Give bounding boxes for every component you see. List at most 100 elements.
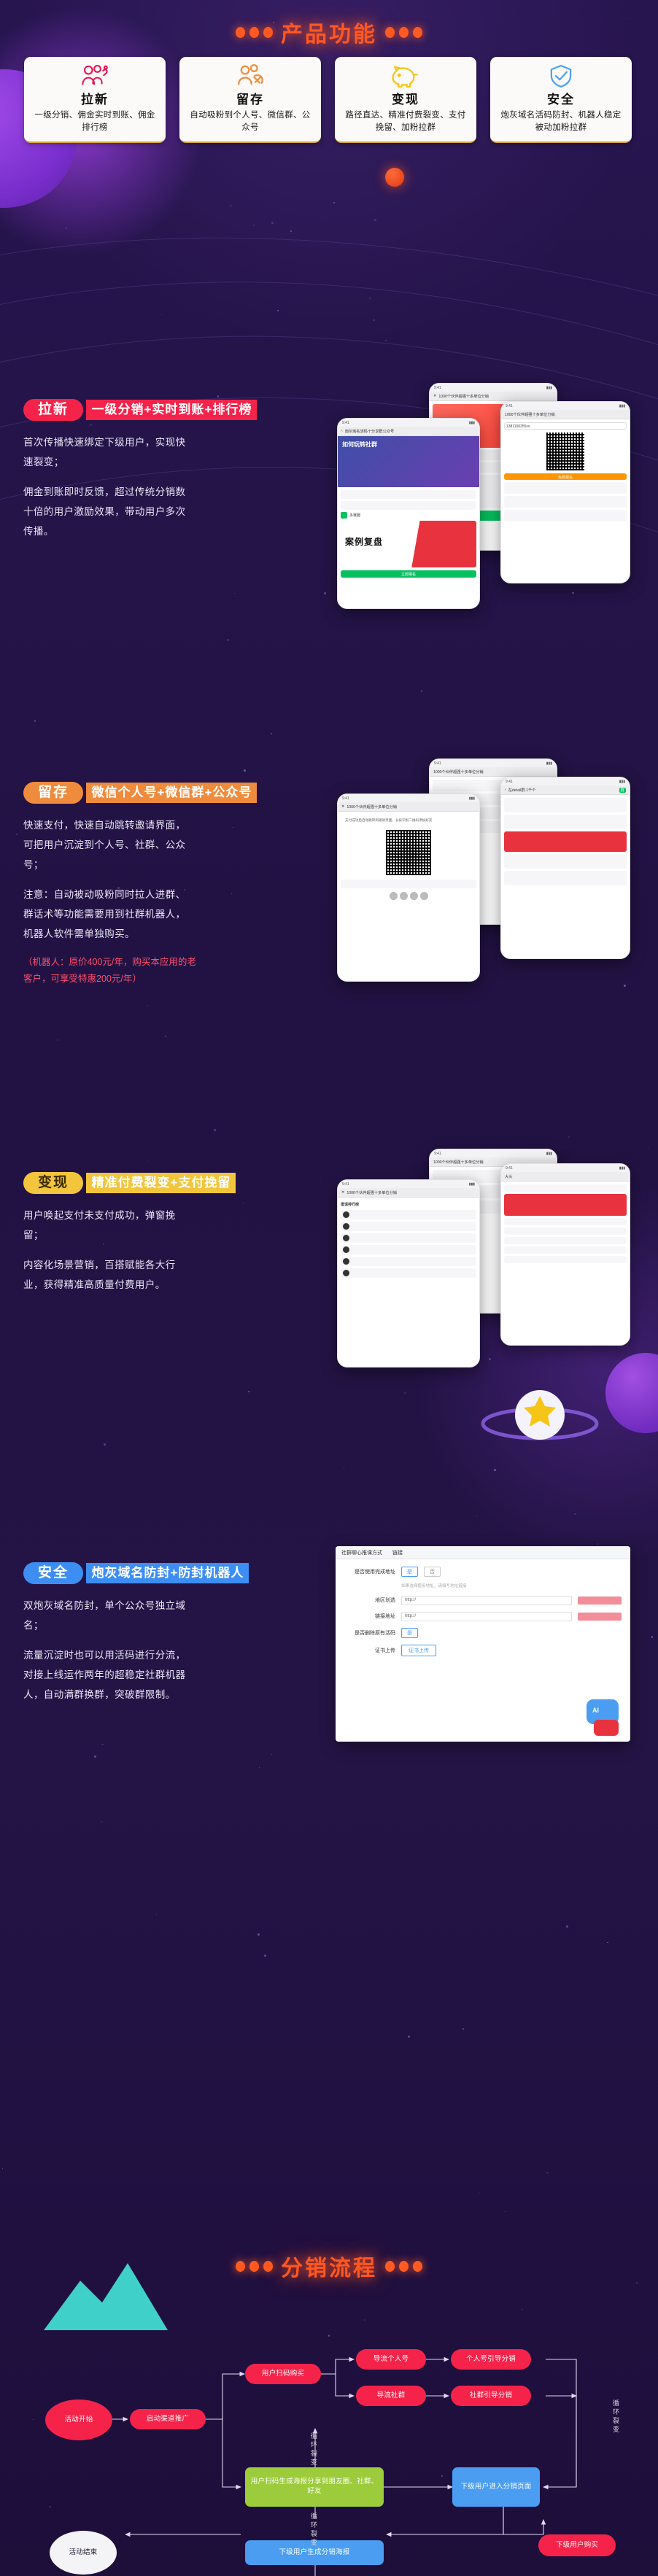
phone-status-bar: 9:41 ▮▮▮ [338, 794, 479, 802]
flow-node-poster[interactable]: 用户扫码生成海报分享到朋友圈、社群、好友 [245, 2467, 384, 2507]
phone-mockup-s3-a[interactable]: 9:41 ▮▮▮ ✕ 1000个伙伴超强十多单位分销 邀请排行榜 [337, 1179, 480, 1367]
phone-status-bar: 9:41 ▮▮▮ [501, 402, 630, 410]
phone-title-bar: ‹ 在detail群·1千个 群 [501, 785, 630, 795]
flow-node-scanbuy[interactable]: 用户扫码购买 [245, 2364, 321, 2384]
paragraph: 用户唤起支付未支付成功，弹窗挽留； [23, 1210, 176, 1241]
close-icon[interactable]: ✕ [433, 394, 436, 398]
section-body-liucun: 快速支付，快速自动跳转邀请界面，可把用户沉淀到个人号、社群、公众号； 注意：自动… [23, 815, 195, 944]
form-label: 地区划选 [375, 1598, 395, 1604]
header-dots-left [236, 26, 273, 38]
brand-row: 多赛圈 [341, 512, 476, 519]
cta-button[interactable]: 立即报名 [341, 570, 476, 578]
paragraph: 佣金到账即时反馈，超过传统分销数十倍的用户激励效果，带动用户多次传播。 [23, 486, 186, 537]
section-subtitle-anquan: 炮灰域名防封+防封机器人 [86, 1563, 249, 1584]
flow-node-groupdist[interactable]: 社群引导分销 [451, 2386, 531, 2406]
phone-status-bar: 9:41 ▮▮▮ [338, 419, 479, 427]
phone-content: 多赛圈 案例复盘 立即报名 [338, 487, 479, 583]
phone-title: 1000个伙伴超强十多单位分销 [347, 1190, 397, 1195]
feature-card-desc: 自动吸粉到个人号、微信群、公众号 [190, 111, 311, 132]
phone-number-field[interactable]: 1381106255xx [504, 422, 627, 430]
phone-mockup-s1-b[interactable]: 9:41 ▮▮▮ 1000个伙伴超强十多单位分销 1381106255xx 免费报… [500, 401, 630, 583]
feature-card-title: 安全 [547, 93, 575, 106]
phone-title-bar: 1000个伙伴超强十多单位分销 [430, 767, 557, 777]
section-tag-laxin: 拉新 [23, 399, 84, 421]
header-dots-right [385, 26, 422, 38]
paragraph: 首次传播快速绑定下级用户，实现快速裂变； [23, 437, 186, 468]
form-hint: 如果选择使用地址，请填写地址链接 [401, 1584, 467, 1588]
crowd-people-icon [80, 64, 110, 88]
phone-mockup-s1-a[interactable]: 9:41 ▮▮▮ ‹ 炮灰域名活码十分享群公众号 如何玩转社群 多赛圈 案例复盘 … [337, 418, 480, 609]
join-group-button[interactable]: 群 [619, 787, 626, 793]
saturn-planet-decoration [481, 1390, 599, 1440]
close-icon[interactable]: ✕ [341, 804, 344, 809]
phone-title-bar: ✕ 1000个伙伴超强十多单位分销 [338, 802, 479, 812]
flow-edge-label-center: 循环裂变 [310, 2432, 317, 2467]
text-input[interactable]: http:// [401, 1595, 572, 1605]
phone-title: 1000个伙伴超强十多单位分销 [505, 412, 555, 417]
tab-left[interactable]: 社群聊心推课方式 [341, 1549, 382, 1556]
feature-card-desc: 路径直达、精准付费裂变、支付挽留、加粉拉群 [345, 111, 466, 132]
phone-status-bar: 9:41 ▮▮▮ [430, 1149, 557, 1157]
radio-yes[interactable]: 是 [401, 1627, 418, 1638]
feature-card-laxin[interactable]: 拉新 一级分销、佣金实时到账、佣金排行榜 [24, 57, 166, 143]
case-title: 案例复盘 [345, 537, 384, 547]
feature-card-list: 拉新 一级分销、佣金实时到账、佣金排行榜 留存 自动吸粉到个人号、微信群、公众号 [24, 57, 634, 143]
orange-planet-decoration [385, 168, 404, 187]
case-card: 案例复盘 [341, 521, 476, 567]
form-row: 链接地址 http:// [344, 1611, 622, 1621]
phone-status-bar: 9:41 ▮▮▮ [430, 759, 557, 767]
signup-button[interactable]: 免费报名 [504, 473, 627, 480]
poster-page: 产品功能 拉新 一级分销、佣金实时到账、佣金排行榜 留存 自动吸粉到个人号、微信… [0, 0, 658, 2576]
feature-card-liucun[interactable]: 留存 自动吸粉到个人号、微信群、公众号 [179, 57, 321, 143]
phone-content: 支付成功后自动跳转到邀请页面，长按识别二维码添加好友 [338, 812, 479, 903]
flow-section: 分销流程 活动开始 启动渠道推广 用户扫码购买 导流个人号 导流社群 个人号引导… [0, 2250, 658, 2576]
phone-title: 在detail群·1千个 [508, 788, 536, 793]
flow-node-channel[interactable]: 启动渠道推广 [130, 2409, 206, 2429]
admin-panel-mockup[interactable]: 社群聊心推课方式 链接 是否使用完成地址 是 否 如果选择使用地址，请填写地址链… [336, 1546, 630, 1742]
back-icon[interactable]: ‹ [505, 788, 506, 792]
phone-mockup-s2-a[interactable]: 9:41 ▮▮▮ ✕ 1000个伙伴超强十多单位分销 支付成功后自动跳转到邀请页面… [337, 794, 480, 982]
flow-node-topersonal[interactable]: 导流个人号 [356, 2349, 426, 2370]
phone-title-bar: ‹ 炮灰域名活码十分享群公众号 [338, 427, 479, 436]
back-icon[interactable]: ‹ [341, 429, 343, 433]
feature-card-anquan[interactable]: 安全 炮灰域名活码防封、机器人稳定被动加粉拉群 [490, 57, 632, 143]
flow-edge-label-right: 循环裂变 [612, 2400, 619, 2435]
flow-node-personaldist[interactable]: 个人号引导分销 [451, 2349, 531, 2370]
qr-code [386, 830, 431, 876]
flow-node-togroup[interactable]: 导流社群 [356, 2386, 426, 2406]
piggy-bank-icon [390, 64, 421, 88]
phone-title-bar: 1000个伙伴超强十多单位分销 [501, 410, 630, 419]
teal-mountain-decoration [44, 2263, 168, 2330]
phone-title: 1000个伙伴超强十多单位分销 [433, 1160, 484, 1165]
upload-cert-button[interactable]: 证书上传 [401, 1644, 436, 1656]
feature-card-bianxian[interactable]: 变现 路径直达、精准付费裂变、支付挽留、加粉拉群 [335, 57, 476, 143]
invite-desc: 支付成功后自动跳转到邀请页面，长按识别二维码添加好友 [345, 818, 433, 822]
phone-mockup-s2-b[interactable]: 9:41 ▮▮▮ ‹ 在detail群·1千个 群 [500, 777, 630, 959]
section-subtitle-laxin: 一级分销+实时到账+排行榜 [86, 400, 258, 421]
form-label: 证书上传 [375, 1648, 395, 1653]
phone-mockup-s3-b[interactable]: 9:41 ▮▮▮ 大头 [500, 1163, 630, 1346]
page-title: 产品功能 [281, 23, 377, 47]
section-subtitle-liucun: 微信个人号+微信群+公众号 [86, 783, 258, 804]
feature-card-title: 变现 [392, 93, 419, 106]
phone-status-bar: 9:41 ▮▮▮ [501, 1164, 630, 1172]
flow-node-start[interactable]: 活动开始 [45, 2400, 112, 2440]
radio-yes[interactable]: 是 [401, 1567, 418, 1577]
form-label: 链接地址 [375, 1614, 395, 1620]
flow-node-end[interactable]: 活动结束 [50, 2531, 117, 2575]
flow-node-subenter[interactable]: 下级用户进入分销页面 [452, 2467, 540, 2507]
section-body-bianxian: 用户唤起支付未支付成功，弹窗挽留； 内容化场景营销，百搭赋能各大行业，获得精准高… [23, 1206, 195, 1295]
flow-node-subbuy[interactable]: 下级用户购买 [538, 2534, 616, 2556]
purple-planet-right-decoration [605, 1353, 658, 1433]
phone-title: 大头 [505, 1174, 513, 1179]
form-row: 证书上传 证书上传 [344, 1644, 622, 1656]
close-icon[interactable]: ✕ [341, 1190, 344, 1195]
form-row: 是否使用完成地址 是 否 [344, 1567, 622, 1577]
phone-title-bar: ✕ 1000个伙伴超强十多单位分销 [430, 392, 557, 401]
robot-price-note: （机器人：原价400元/年，购买本应用的老客户，可享受特惠200元/年） [23, 957, 196, 984]
tab-right[interactable]: 链接 [392, 1549, 403, 1556]
radio-no[interactable]: 否 [424, 1567, 441, 1577]
form-label: 是否删除原有活码 [355, 1630, 395, 1636]
text-input[interactable]: http:// [401, 1611, 572, 1621]
phone-content [501, 1182, 630, 1268]
